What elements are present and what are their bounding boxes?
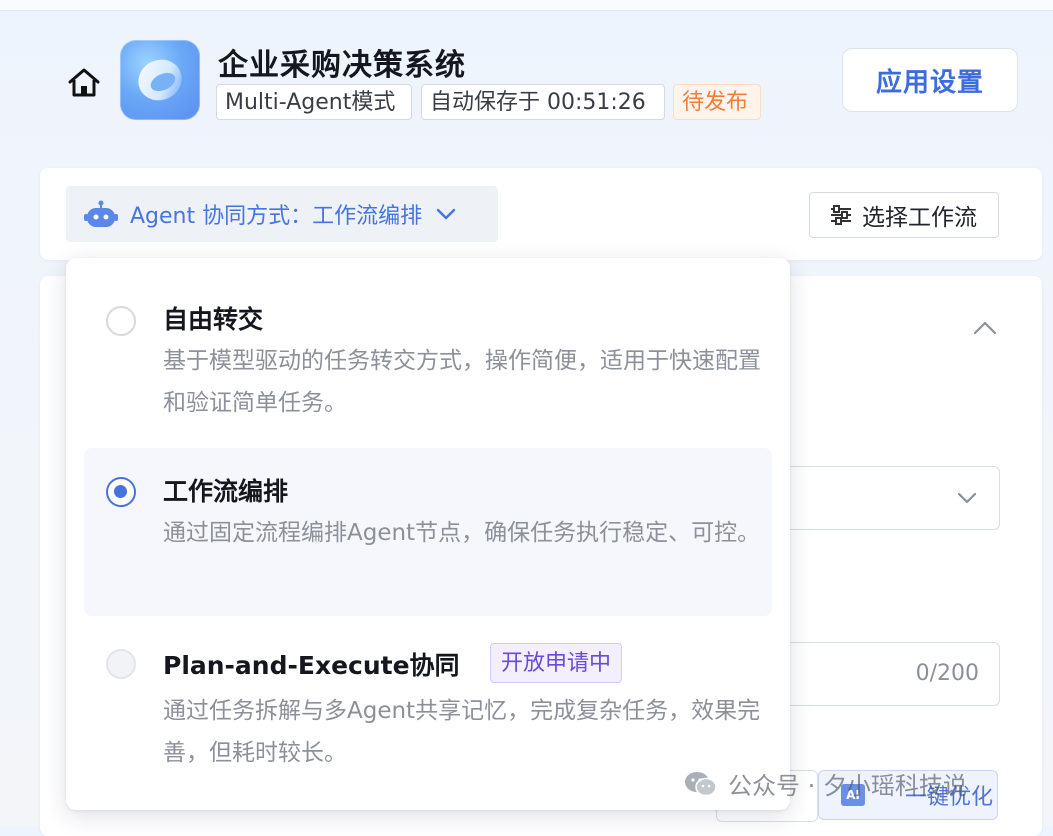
window-top-edge [0, 0, 1053, 11]
home-icon[interactable] [66, 66, 102, 98]
option-title: 工作流编排 [163, 477, 289, 506]
option-description: 通过固定流程编排Agent节点，确保任务执行稳定、可控。 [163, 520, 761, 546]
radio-plan-and-execute[interactable] [106, 649, 136, 679]
open-application-badge: 开放申请中 [490, 643, 623, 683]
app-logo [120, 40, 200, 120]
config-select[interactable] [780, 466, 1000, 530]
app-title: 企业采购决策系统 [218, 48, 466, 83]
option-workflow[interactable]: 工作流编排 通过固定流程编排Agent节点，确保任务执行稳定、可控。 [84, 448, 772, 616]
watermark-text: 公众号 · 夕小瑶科技说 [728, 772, 967, 800]
chevron-down-icon [957, 492, 977, 504]
agent-mode-select[interactable]: Agent 协同方式：工作流编排 [66, 186, 498, 242]
config-textarea[interactable]: 0/200 [780, 642, 1000, 706]
app-settings-button[interactable]: 应用设置 [842, 48, 1018, 112]
option-free-handoff[interactable]: 自由转交 基于模型驱动的任务转交方式，操作简便，适用于快速配置和验证简单任务。 [84, 276, 772, 438]
select-workflow-button[interactable]: 选择工作流 [809, 192, 999, 238]
watermark: 公众号 · 夕小瑶科技说 [684, 766, 967, 801]
agent-mode-label: Agent 协同方式：工作流编排 [130, 204, 423, 229]
sliders-icon [831, 205, 851, 225]
option-title: Plan-and-Execute协同 [163, 651, 460, 680]
autosave-tag: 自动保存于 00:51:26 [421, 84, 665, 120]
mode-tag: Multi-Agent模式 [216, 84, 412, 120]
status-badge: 待发布 [673, 84, 761, 120]
select-workflow-label: 选择工作流 [862, 205, 977, 231]
chevron-down-icon [436, 208, 456, 220]
option-description: 通过任务拆解与多Agent共享记忆，完成复杂任务，效果完善，但耗时较长。 [163, 698, 761, 766]
robot-icon [84, 200, 118, 227]
char-count: 0/200 [915, 661, 979, 686]
radio-free-handoff[interactable] [106, 306, 136, 336]
option-description: 基于模型驱动的任务转交方式，操作简便，适用于快速配置和验证简单任务。 [163, 348, 761, 416]
chevron-up-icon[interactable] [972, 318, 998, 338]
option-plan-and-execute[interactable]: Plan-and-Execute协同 开放申请中 通过任务拆解与多Agent共享… [84, 620, 772, 788]
option-title: 自由转交 [163, 305, 264, 334]
wechat-icon [685, 771, 717, 796]
radio-workflow[interactable] [106, 477, 136, 507]
